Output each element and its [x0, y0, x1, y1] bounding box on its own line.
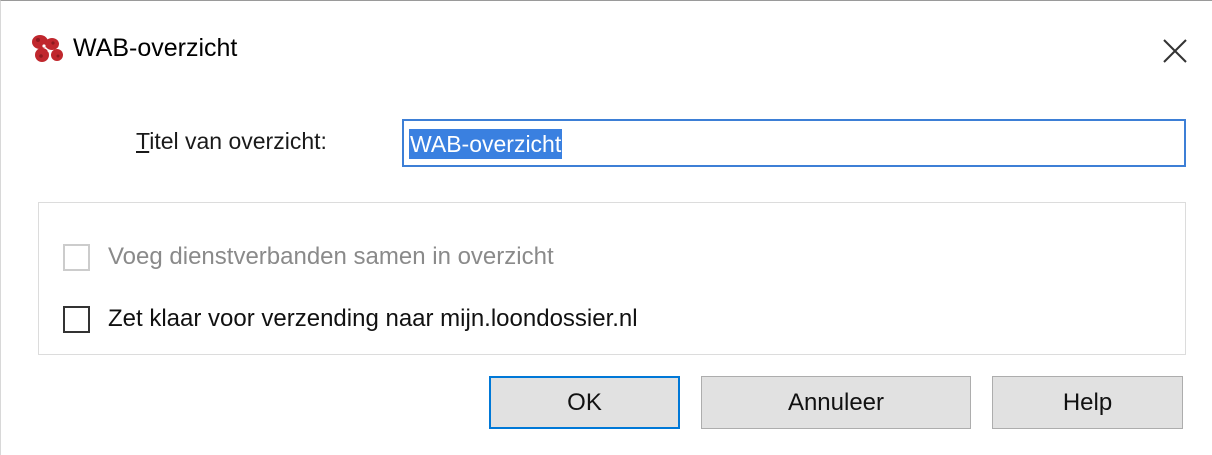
close-button[interactable] — [1153, 29, 1197, 73]
app-logo-icon — [27, 31, 67, 67]
send-to-loondossier-label[interactable]: Zet klaar voor verzending naar mijn.loon… — [108, 305, 638, 333]
close-icon — [1163, 39, 1187, 63]
window-title: WAB-overzicht — [73, 34, 238, 62]
merge-employments-label: Voeg dienstverbanden samen in overzicht — [108, 243, 554, 270]
send-to-loondossier-checkbox[interactable] — [63, 305, 90, 333]
merge-option-row: Voeg dienstverbanden samen in overzicht — [63, 241, 554, 273]
help-button[interactable]: Help — [992, 376, 1183, 429]
title-input-value: WAB-overzicht — [409, 129, 563, 159]
merge-employments-checkbox[interactable] — [63, 243, 90, 271]
options-group: Voeg dienstverbanden samen in overzicht … — [38, 202, 1186, 355]
cancel-button[interactable]: Annuleer — [701, 376, 971, 429]
title-field-label: Titel van overzicht: — [136, 128, 327, 155]
title-input[interactable]: WAB-overzicht — [402, 119, 1186, 167]
title-label-text: itel van overzicht: — [149, 128, 327, 154]
wab-overzicht-dialog: WAB-overzicht Titel van overzicht: WAB-o… — [0, 0, 1212, 455]
send-option-row: Zet klaar voor verzending naar mijn.loon… — [63, 303, 638, 335]
title-bar: WAB-overzicht — [1, 1, 1211, 97]
ok-button[interactable]: OK — [489, 376, 680, 429]
title-label-mnemonic: T — [136, 128, 150, 154]
